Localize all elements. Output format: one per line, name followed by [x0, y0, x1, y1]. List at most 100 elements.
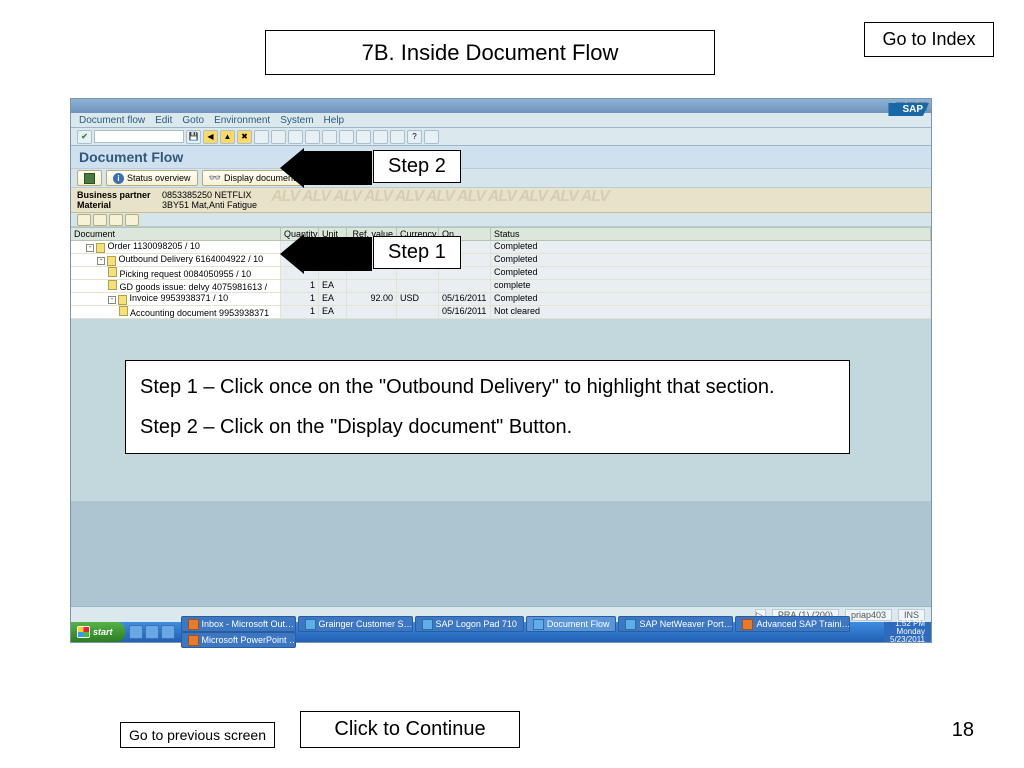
ql-app-icon[interactable]: [161, 625, 175, 639]
ql-ie-icon[interactable]: [129, 625, 143, 639]
document-icon: [118, 295, 127, 305]
shortcut-icon[interactable]: [390, 130, 405, 144]
exit-icon[interactable]: ▲: [220, 130, 235, 144]
taskbar-task[interactable]: Advanced SAP Traini…: [735, 616, 850, 632]
document-icon: [108, 280, 117, 290]
header-info: ALV ALV ALV ALV ALV ALV ALV ALV ALV ALV …: [71, 188, 931, 213]
task-icon: [188, 635, 199, 646]
save-icon[interactable]: 💾: [186, 130, 201, 144]
tree-toggle-icon[interactable]: -: [97, 257, 105, 265]
window-titlebar: SAP: [71, 99, 931, 113]
taskbar-task[interactable]: Document Flow: [526, 616, 617, 632]
document-icon: [96, 243, 105, 253]
table-row[interactable]: GD goods issue: delvy 4075981613 /1EAcom…: [71, 280, 931, 293]
menu-goto[interactable]: Goto: [182, 115, 204, 126]
step1-label: Step 1: [373, 236, 461, 269]
taskbar-task[interactable]: SAP NetWeaver Port…: [618, 616, 733, 632]
taskbar-task[interactable]: Grainger Customer S…: [298, 616, 413, 632]
details-icon: [84, 173, 95, 184]
material-value: 3BY51 Mat,Anti Fatigue: [162, 200, 257, 210]
go-to-previous-button[interactable]: Go to previous screen: [120, 722, 275, 748]
grid-header: Document Quantity Unit Ref. value Curren…: [71, 227, 931, 241]
menu-system[interactable]: System: [280, 115, 313, 126]
table-row[interactable]: - Outbound Delivery 6164004922 / 10Compl…: [71, 254, 931, 267]
task-icon: [742, 619, 753, 630]
windows-taskbar: start Inbox - Microsoft Out…Grainger Cus…: [71, 622, 931, 642]
system-tray[interactable]: 1:52 PM Monday 5/23/2011: [884, 622, 931, 642]
screen-heading: Document Flow: [71, 146, 931, 168]
first-page-icon[interactable]: [305, 130, 320, 144]
menu-environment[interactable]: Environment: [214, 115, 270, 126]
menu-edit[interactable]: Edit: [155, 115, 172, 126]
row-label: Invoice 9953938371 / 10: [127, 293, 228, 303]
last-page-icon[interactable]: [356, 130, 371, 144]
table-row[interactable]: - Invoice 9953938371 / 101EA92.00USD05/1…: [71, 293, 931, 306]
row-label: Picking request 0084050955 / 10: [117, 269, 251, 279]
app-toolbar: iStatus overview 👓Display document: [71, 168, 931, 188]
row-label: GD goods issue: delvy 4075981613 /: [117, 282, 267, 292]
row-label: Outbound Delivery 6164004922 / 10: [116, 254, 263, 264]
expand-all-icon[interactable]: [77, 214, 91, 226]
instruction-1: Step 1 – Click once on the "Outbound Del…: [140, 373, 835, 401]
table-row[interactable]: Picking request 0084050955 / 10Completed: [71, 267, 931, 280]
tree-toggle-icon[interactable]: -: [86, 244, 94, 252]
task-icon: [533, 619, 544, 630]
details-button[interactable]: [77, 170, 102, 186]
document-icon: [107, 256, 116, 266]
tree-toggle-icon[interactable]: -: [108, 296, 116, 304]
table-row[interactable]: - Order 1130098205 / 10Completed: [71, 241, 931, 254]
step2-arrow: [302, 151, 372, 185]
collapse-all-icon[interactable]: [93, 214, 107, 226]
start-button[interactable]: start: [71, 622, 125, 642]
menu-document-flow[interactable]: Document flow: [79, 115, 145, 126]
print-icon[interactable]: [254, 130, 269, 144]
col-document[interactable]: Document: [71, 228, 281, 240]
row-label: Accounting document 9953938371: [128, 308, 269, 318]
task-icon: [188, 619, 199, 630]
info-icon: i: [113, 173, 124, 184]
new-session-icon[interactable]: [373, 130, 388, 144]
prev-page-icon[interactable]: [322, 130, 337, 144]
step2-label: Step 2: [373, 150, 461, 183]
document-icon: [119, 306, 128, 316]
layout-select-icon[interactable]: [109, 214, 123, 226]
go-to-index-button[interactable]: Go to Index: [864, 22, 994, 57]
click-to-continue-button[interactable]: Click to Continue: [300, 711, 520, 748]
back-icon[interactable]: ◀: [203, 130, 218, 144]
find-next-icon[interactable]: [288, 130, 303, 144]
status-overview-button[interactable]: iStatus overview: [106, 170, 198, 186]
instruction-box: Step 1 – Click once on the "Outbound Del…: [125, 360, 850, 454]
glasses-icon: 👓: [209, 173, 221, 184]
instruction-2: Step 2 – Click on the "Display document"…: [140, 413, 835, 441]
business-partner-label: Business partner: [77, 190, 157, 200]
enter-icon[interactable]: ✔: [77, 130, 92, 144]
quick-launch: [125, 625, 179, 639]
document-icon: [108, 267, 117, 277]
taskbar-task[interactable]: Microsoft PowerPoint …: [181, 632, 296, 648]
find-icon[interactable]: [271, 130, 286, 144]
ql-desktop-icon[interactable]: [145, 625, 159, 639]
menubar: Document flow Edit Goto Environment Syst…: [71, 113, 931, 128]
standard-toolbar: ✔ 💾 ◀ ▲ ✖ ?: [71, 128, 931, 146]
command-field[interactable]: [94, 130, 184, 143]
task-icon: [422, 619, 433, 630]
help-icon[interactable]: ?: [407, 130, 422, 144]
alv-watermark: ALV ALV ALV ALV ALV ALV ALV ALV ALV ALV …: [271, 188, 931, 212]
task-icon: [625, 619, 636, 630]
column-config-icon[interactable]: [125, 214, 139, 226]
cancel-icon[interactable]: ✖: [237, 130, 252, 144]
tray-clock: 1:52 PM Monday 5/23/2011: [890, 620, 925, 644]
table-row[interactable]: Accounting document 99539383711EA05/16/2…: [71, 306, 931, 319]
slide-title: 7B. Inside Document Flow: [265, 30, 715, 75]
layout-icon[interactable]: [424, 130, 439, 144]
taskbar-task[interactable]: SAP Logon Pad 710: [415, 616, 524, 632]
material-label: Material: [77, 200, 157, 210]
page-number: 18: [952, 719, 974, 742]
col-status[interactable]: Status: [491, 228, 931, 240]
grid-toolbar: [71, 213, 931, 227]
next-page-icon[interactable]: [339, 130, 354, 144]
row-label: Order 1130098205 / 10: [105, 241, 200, 251]
menu-help[interactable]: Help: [324, 115, 345, 126]
sap-logo: SAP: [888, 99, 929, 113]
taskbar-task[interactable]: Inbox - Microsoft Out…: [181, 616, 296, 632]
